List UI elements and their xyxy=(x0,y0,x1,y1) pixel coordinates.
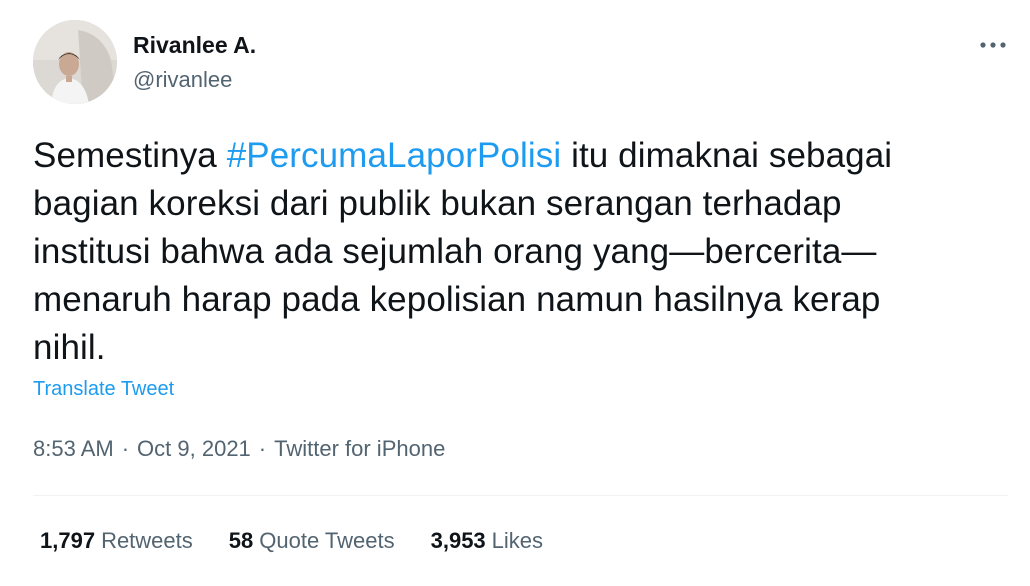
retweets-stat[interactable]: 1,797 Retweets xyxy=(40,528,193,554)
tweet-time[interactable]: 8:53 AM xyxy=(33,436,114,461)
quote-tweets-stat[interactable]: 58 Quote Tweets xyxy=(229,528,395,554)
tweet-date[interactable]: Oct 9, 2021 xyxy=(137,436,251,461)
retweets-label: Retweets xyxy=(101,528,193,553)
tweet-metadata: 8:53 AM · Oct 9, 2021 · Twitter for iPhone xyxy=(33,436,445,462)
tweet-text: Semestinya #PercumaLaporPolisi itu dimak… xyxy=(33,132,1008,372)
retweets-count: 1,797 xyxy=(40,528,96,553)
quote-tweets-label: Quote Tweets xyxy=(259,528,395,553)
tweet-text-line: bagian koreksi dari publik bukan seranga… xyxy=(33,184,842,223)
avatar-image xyxy=(33,20,117,104)
more-options-button[interactable] xyxy=(973,30,1013,60)
likes-label: Likes xyxy=(491,528,544,553)
translate-tweet-link[interactable]: Translate Tweet xyxy=(33,378,174,401)
tweet-card: Rivanlee A. @rivanlee Semestinya #Percum… xyxy=(0,0,1030,586)
tweet-stats: 1,797 Retweets 58 Quote Tweets 3,953 Likes xyxy=(40,528,543,554)
tweet-header: Rivanlee A. @rivanlee xyxy=(33,20,1013,104)
meta-separator: · xyxy=(121,436,130,461)
quote-tweets-count: 58 xyxy=(228,528,254,553)
tweet-text-line: menaruh harap pada kepolisian namun hasi… xyxy=(33,280,881,319)
user-display-name[interactable]: Rivanlee A. xyxy=(133,32,256,59)
tweet-text-line: Semestinya #PercumaLaporPolisi itu dimak… xyxy=(33,132,1008,180)
tweet-text-segment: Semestinya xyxy=(33,136,227,175)
tweet-text-line: institusi bahwa ada sejumlah orang yang—… xyxy=(33,232,877,271)
avatar[interactable] xyxy=(33,20,117,104)
likes-stat[interactable]: 3,953 Likes xyxy=(431,528,543,554)
hashtag-link[interactable]: #PercumaLaporPolisi xyxy=(227,136,562,175)
tweet-text-segment: itu dimaknai sebagai xyxy=(561,136,893,175)
divider xyxy=(33,495,1008,496)
more-horizontal-icon xyxy=(980,42,1006,48)
tweet-source-link[interactable]: Twitter for iPhone xyxy=(274,436,445,461)
tweet-text-line: nihil. xyxy=(33,328,106,367)
user-handle[interactable]: @rivanlee xyxy=(133,67,232,93)
meta-separator: · xyxy=(258,436,267,461)
likes-count: 3,953 xyxy=(430,528,486,553)
